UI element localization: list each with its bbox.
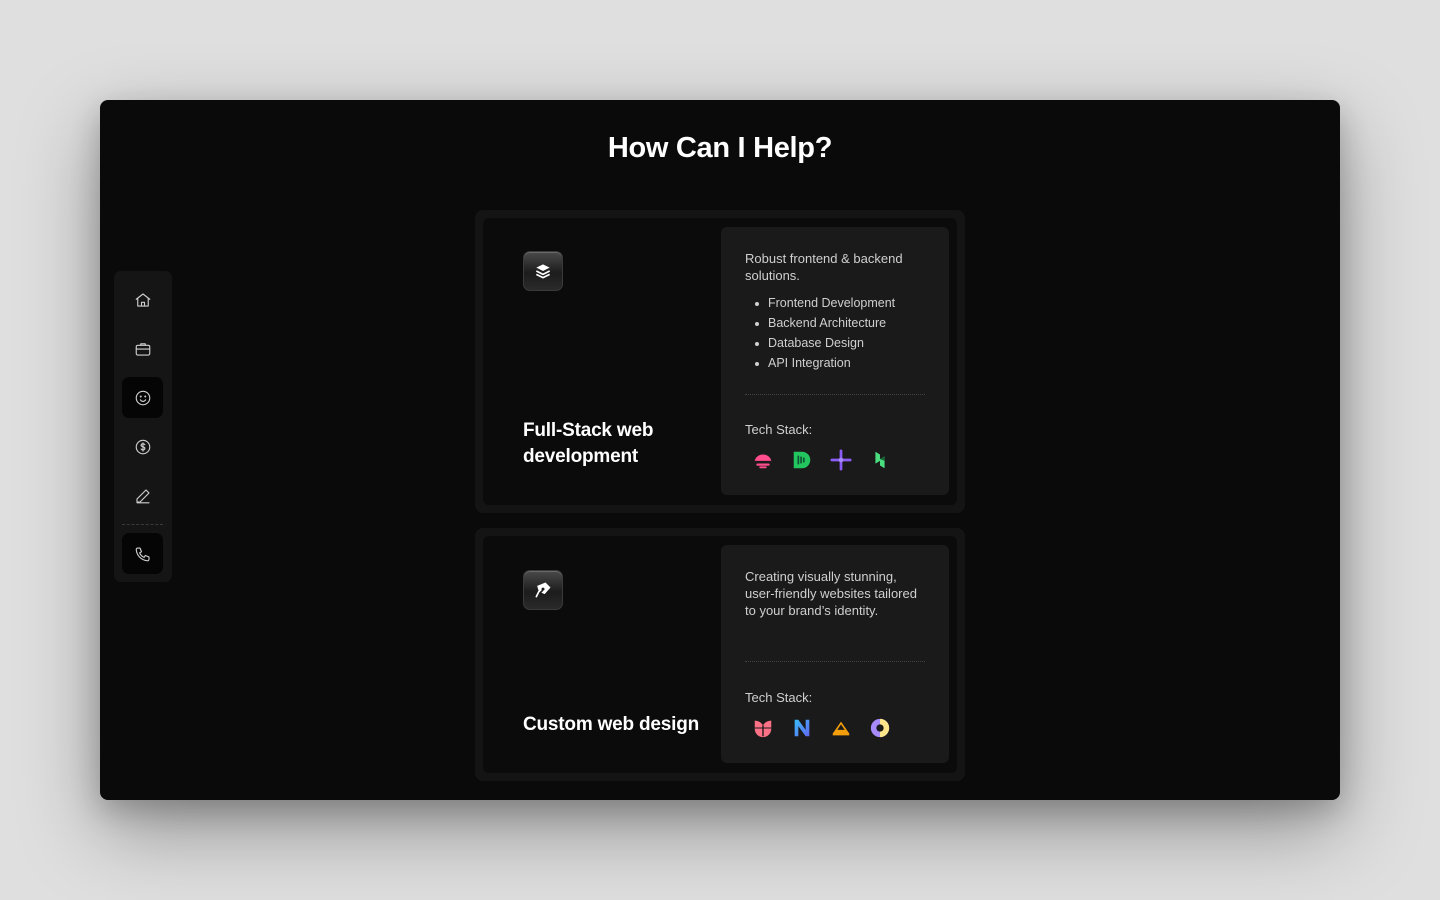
service-description: Robust frontend & backend solutions. (745, 251, 903, 283)
divider (745, 394, 925, 395)
sidebar-divider (122, 524, 163, 525)
phone-icon (135, 546, 150, 561)
briefcase-icon (135, 342, 150, 356)
service-title: Full-Stack web development (523, 420, 654, 467)
dollar-icon (135, 439, 150, 454)
tech-stack-icons (751, 716, 892, 740)
sidebar-item-about[interactable] (122, 377, 163, 418)
sidebar-item-work[interactable] (122, 328, 163, 369)
tech-stack-label: Tech Stack: (745, 690, 813, 705)
service-detail-panel: Creating visually stunning, user-friendl… (721, 545, 949, 763)
feature-list: Frontend Development Backend Architectur… (745, 293, 895, 373)
plus-sparkle-icon[interactable] (829, 448, 853, 472)
page-title: How Can I Help? (607, 132, 833, 164)
sidebar-nav (114, 271, 172, 582)
framer-heart-icon[interactable] (751, 716, 775, 740)
nuxt-n-icon[interactable] (790, 716, 814, 740)
home-icon (135, 292, 150, 307)
pen-tool-icon (523, 570, 563, 610)
feature-item: Backend Architecture (745, 313, 895, 333)
svelte-icon[interactable] (751, 448, 775, 472)
layers-icon (523, 251, 563, 291)
sidebar-item-home[interactable] (122, 279, 163, 320)
service-card-body: Custom web design Creating visually stun… (483, 536, 957, 773)
service-card-fullstack: Full-Stack web development Robust fronte… (475, 210, 965, 513)
feature-item: API Integration (745, 353, 895, 373)
tech-stack-icons (751, 448, 892, 472)
feature-item: Database Design (745, 333, 895, 353)
sidebar-item-pricing[interactable] (122, 426, 163, 467)
sidebar-item-contact[interactable] (122, 533, 163, 574)
pie-icon[interactable] (868, 716, 892, 740)
service-description: Creating visually stunning, user-friendl… (745, 569, 917, 618)
pile-icon[interactable] (829, 716, 853, 740)
tech-stack-label: Tech Stack: (745, 422, 813, 437)
divider (745, 661, 925, 662)
hono-icon[interactable] (868, 448, 892, 472)
service-title: Custom web design (523, 714, 700, 735)
app-window: How Can I Help? Full-Stack web developme… (100, 100, 1340, 800)
service-card-body: Full-Stack web development Robust fronte… (483, 218, 957, 505)
service-detail-panel: Robust frontend & backend solutions. Fro… (721, 227, 949, 495)
smiley-icon (135, 390, 150, 405)
pen-icon (135, 488, 150, 503)
sidebar-item-blog[interactable] (122, 475, 163, 516)
drizzle-icon[interactable] (790, 448, 814, 472)
service-card-webdesign: Custom web design Creating visually stun… (475, 528, 965, 781)
feature-item: Frontend Development (745, 293, 895, 313)
